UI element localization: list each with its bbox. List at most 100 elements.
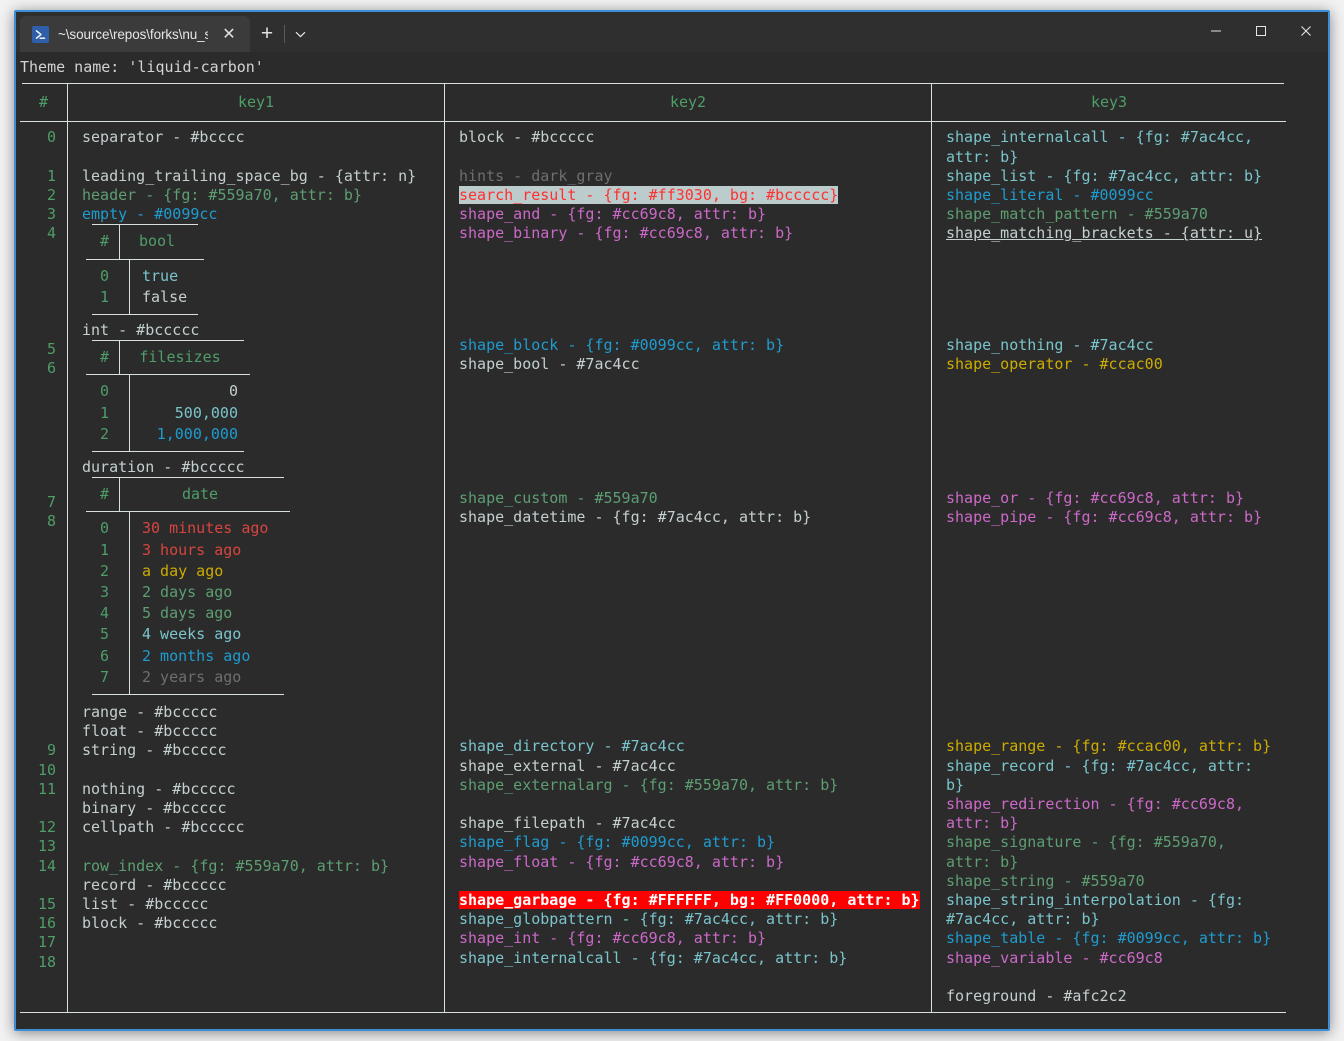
index-column: 0 . 1 2 3 4 5 6 7 8 9 10 11 . — [20, 122, 67, 1012]
cell-value: separator - #bcccc — [82, 128, 245, 147]
cell-value: nothing - #bccccc — [82, 779, 236, 798]
cell-value: block - #bccccc — [459, 128, 595, 147]
inner-row-index: 0 — [99, 266, 109, 285]
inner-row-index: 1 — [99, 287, 109, 306]
inner-header-bool: bool — [138, 232, 176, 251]
row-index: 3 — [46, 205, 56, 224]
cell-value: shape_signature - {fg: #559a70, attr: b} — [946, 833, 1226, 871]
inner-cell-value: a day ago — [142, 561, 224, 580]
cell-value: shape_external - #7ac4cc — [459, 756, 676, 775]
inner-table-date: # date 0 1 2 3 4 5 6 7 30 minutes ago 3 … — [86, 477, 290, 696]
tab-title: ~\source\repos\forks\nu_scrip — [58, 26, 208, 42]
theme-table: # key1 key2 key3 0 . 1 2 3 4 — [20, 83, 1286, 1014]
cell-value: shape_match_pattern - #559a70 — [946, 205, 1208, 224]
inner-cell-value: 2 months ago — [142, 646, 251, 665]
cell-value: row_index - {fg: #559a70, attr: b} — [82, 856, 390, 875]
inner-index-col: 0 1 — [86, 260, 129, 314]
cell-value: duration - #bccccc — [82, 458, 245, 477]
window-controls — [1193, 12, 1328, 50]
cell-value: foreground - #afc2c2 — [946, 987, 1127, 1006]
row-index: 13 — [37, 837, 56, 856]
key2-column: block - #bccccc . hints - dark_gray sear… — [445, 122, 931, 1012]
row-index: 4 — [46, 224, 56, 243]
terminal-content[interactable]: Theme name: 'liquid-carbon' # key1 key2 … — [16, 52, 1328, 1029]
cell-value: shape_literal - #0099cc — [946, 186, 1154, 205]
inner-cell-value: 1,000,000 — [156, 424, 238, 443]
inner-row-index: 1 — [99, 403, 109, 422]
inner-cell-value: 4 weeks ago — [142, 625, 242, 644]
cell-value: shape_operator - #ccac00 — [946, 354, 1163, 373]
inner-index-col: 0 1 2 3 4 5 6 7 — [86, 512, 129, 694]
cell-value: shape_int - {fg: #cc69c8, attr: b} — [459, 929, 767, 948]
inner-row-index: 3 — [99, 583, 109, 602]
cell-value: shape_directory - #7ac4cc — [459, 737, 685, 756]
inner-table-bool: # bool 0 1 true false — [86, 224, 204, 316]
cell-value-garbage: shape_garbage - {fg: #FFFFFF, bg: #FF000… — [459, 891, 925, 910]
cell-value: leading_trailing_space_bg - {attr: n} — [82, 166, 417, 185]
inner-cell-value: 30 minutes ago — [142, 519, 269, 538]
cell-value: shape_globpattern - {fg: #7ac4cc, attr: … — [459, 910, 839, 929]
inner-table-filesizes: # filesizes 0 1 2 0 500,000 1,000,000 — [86, 340, 250, 453]
cell-value: shape_custom - #559a70 — [459, 489, 658, 508]
inner-row-index: 2 — [99, 424, 109, 443]
close-button[interactable] — [1283, 12, 1328, 50]
close-icon[interactable]: ✕ — [217, 22, 241, 46]
cell-value: shape_flag - {fg: #0099cc, attr: b} — [459, 833, 776, 852]
inner-row-index: 1 — [99, 540, 109, 559]
cell-value: shape_range - {fg: #ccac00, attr: b} — [946, 737, 1272, 756]
inner-value-col: true false — [130, 260, 204, 314]
cell-value: shape_float - {fg: #cc69c8, attr: b} — [459, 852, 785, 871]
inner-header-index: # — [99, 232, 109, 251]
inner-index-col: 0 1 2 — [86, 375, 129, 451]
cell-value: shape_internalcall - {fg: #7ac4cc, attr:… — [459, 948, 848, 967]
cell-value: shape_table - {fg: #0099cc, attr: b} — [946, 929, 1272, 948]
inner-cell-value: true — [142, 266, 179, 285]
terminal-tab[interactable]: ~\source\repos\forks\nu_scrip ✕ — [20, 16, 250, 52]
cell-value: shape_datetime - {fg: #7ac4cc, attr: b} — [459, 508, 812, 527]
inner-cell-value: false — [142, 287, 188, 306]
cell-value: shape_filepath - #7ac4cc — [459, 814, 676, 833]
cell-value: shape_variable - #cc69c8 — [946, 948, 1163, 967]
row-index: 8 — [46, 512, 56, 531]
column-header-key3: key3 — [1090, 93, 1128, 112]
cell-value: shape_bool - #7ac4cc — [459, 354, 640, 373]
row-index: 11 — [37, 779, 56, 798]
cell-value: binary - #bccccc — [82, 799, 227, 818]
new-tab-button[interactable]: + — [250, 16, 284, 52]
chevron-down-icon[interactable] — [285, 16, 315, 52]
cell-value: shape_block - {fg: #0099cc, attr: b} — [459, 335, 785, 354]
row-index: 9 — [46, 741, 56, 760]
theme-name-line: Theme name: 'liquid-carbon' — [20, 58, 264, 76]
cell-value: range - #bccccc — [82, 703, 218, 722]
inner-row-index: 0 — [99, 382, 109, 401]
row-index: 18 — [37, 952, 56, 971]
inner-row-index: 6 — [99, 646, 109, 665]
inner-row-index: 0 — [99, 519, 109, 538]
cell-value: shape_string_interpolation - {fg: #7ac4c… — [946, 891, 1245, 929]
inner-cell-value: 5 days ago — [142, 604, 233, 623]
column-header-key2: key2 — [669, 93, 707, 112]
key3-column: shape_internalcall - {fg: #7ac4cc, attr:… — [932, 122, 1286, 1012]
table-body: 0 . 1 2 3 4 5 6 7 8 9 10 11 . — [20, 122, 1286, 1013]
cell-value: shape_pipe - {fg: #cc69c8, attr: b} — [946, 508, 1263, 527]
cell-value: list - #bccccc — [82, 895, 209, 914]
inner-cell-value: 0 — [228, 382, 238, 401]
column-header-key1: key1 — [237, 93, 275, 112]
minimize-button[interactable] — [1193, 12, 1238, 50]
cell-value: shape_internalcall - {fg: #7ac4cc, attr:… — [946, 128, 1254, 166]
cell-value: shape_binary - {fg: #cc69c8, attr: b} — [459, 224, 794, 243]
maximize-button[interactable] — [1238, 12, 1283, 50]
cell-value: shape_redirection - {fg: #cc69c8, attr: … — [946, 795, 1245, 833]
cell-value: shape_string - #559a70 — [946, 871, 1145, 890]
cell-value: int - #bccccc — [82, 321, 200, 340]
cell-value: shape_or - {fg: #cc69c8, attr: b} — [946, 489, 1245, 508]
row-index: 7 — [46, 493, 56, 512]
inner-value-col: 30 minutes ago 3 hours ago a day ago 2 d… — [130, 512, 290, 694]
row-index: 17 — [37, 933, 56, 952]
cell-value: shape_nothing - #7ac4cc — [946, 335, 1154, 354]
cell-value: shape_matching_brackets - {attr: u} — [946, 224, 1263, 243]
inner-row-index: 7 — [99, 667, 109, 686]
cell-value: float - #bccccc — [82, 722, 218, 741]
cell-value: record - #bccccc — [82, 875, 227, 894]
inner-value-col: 0 500,000 1,000,000 — [130, 375, 250, 451]
